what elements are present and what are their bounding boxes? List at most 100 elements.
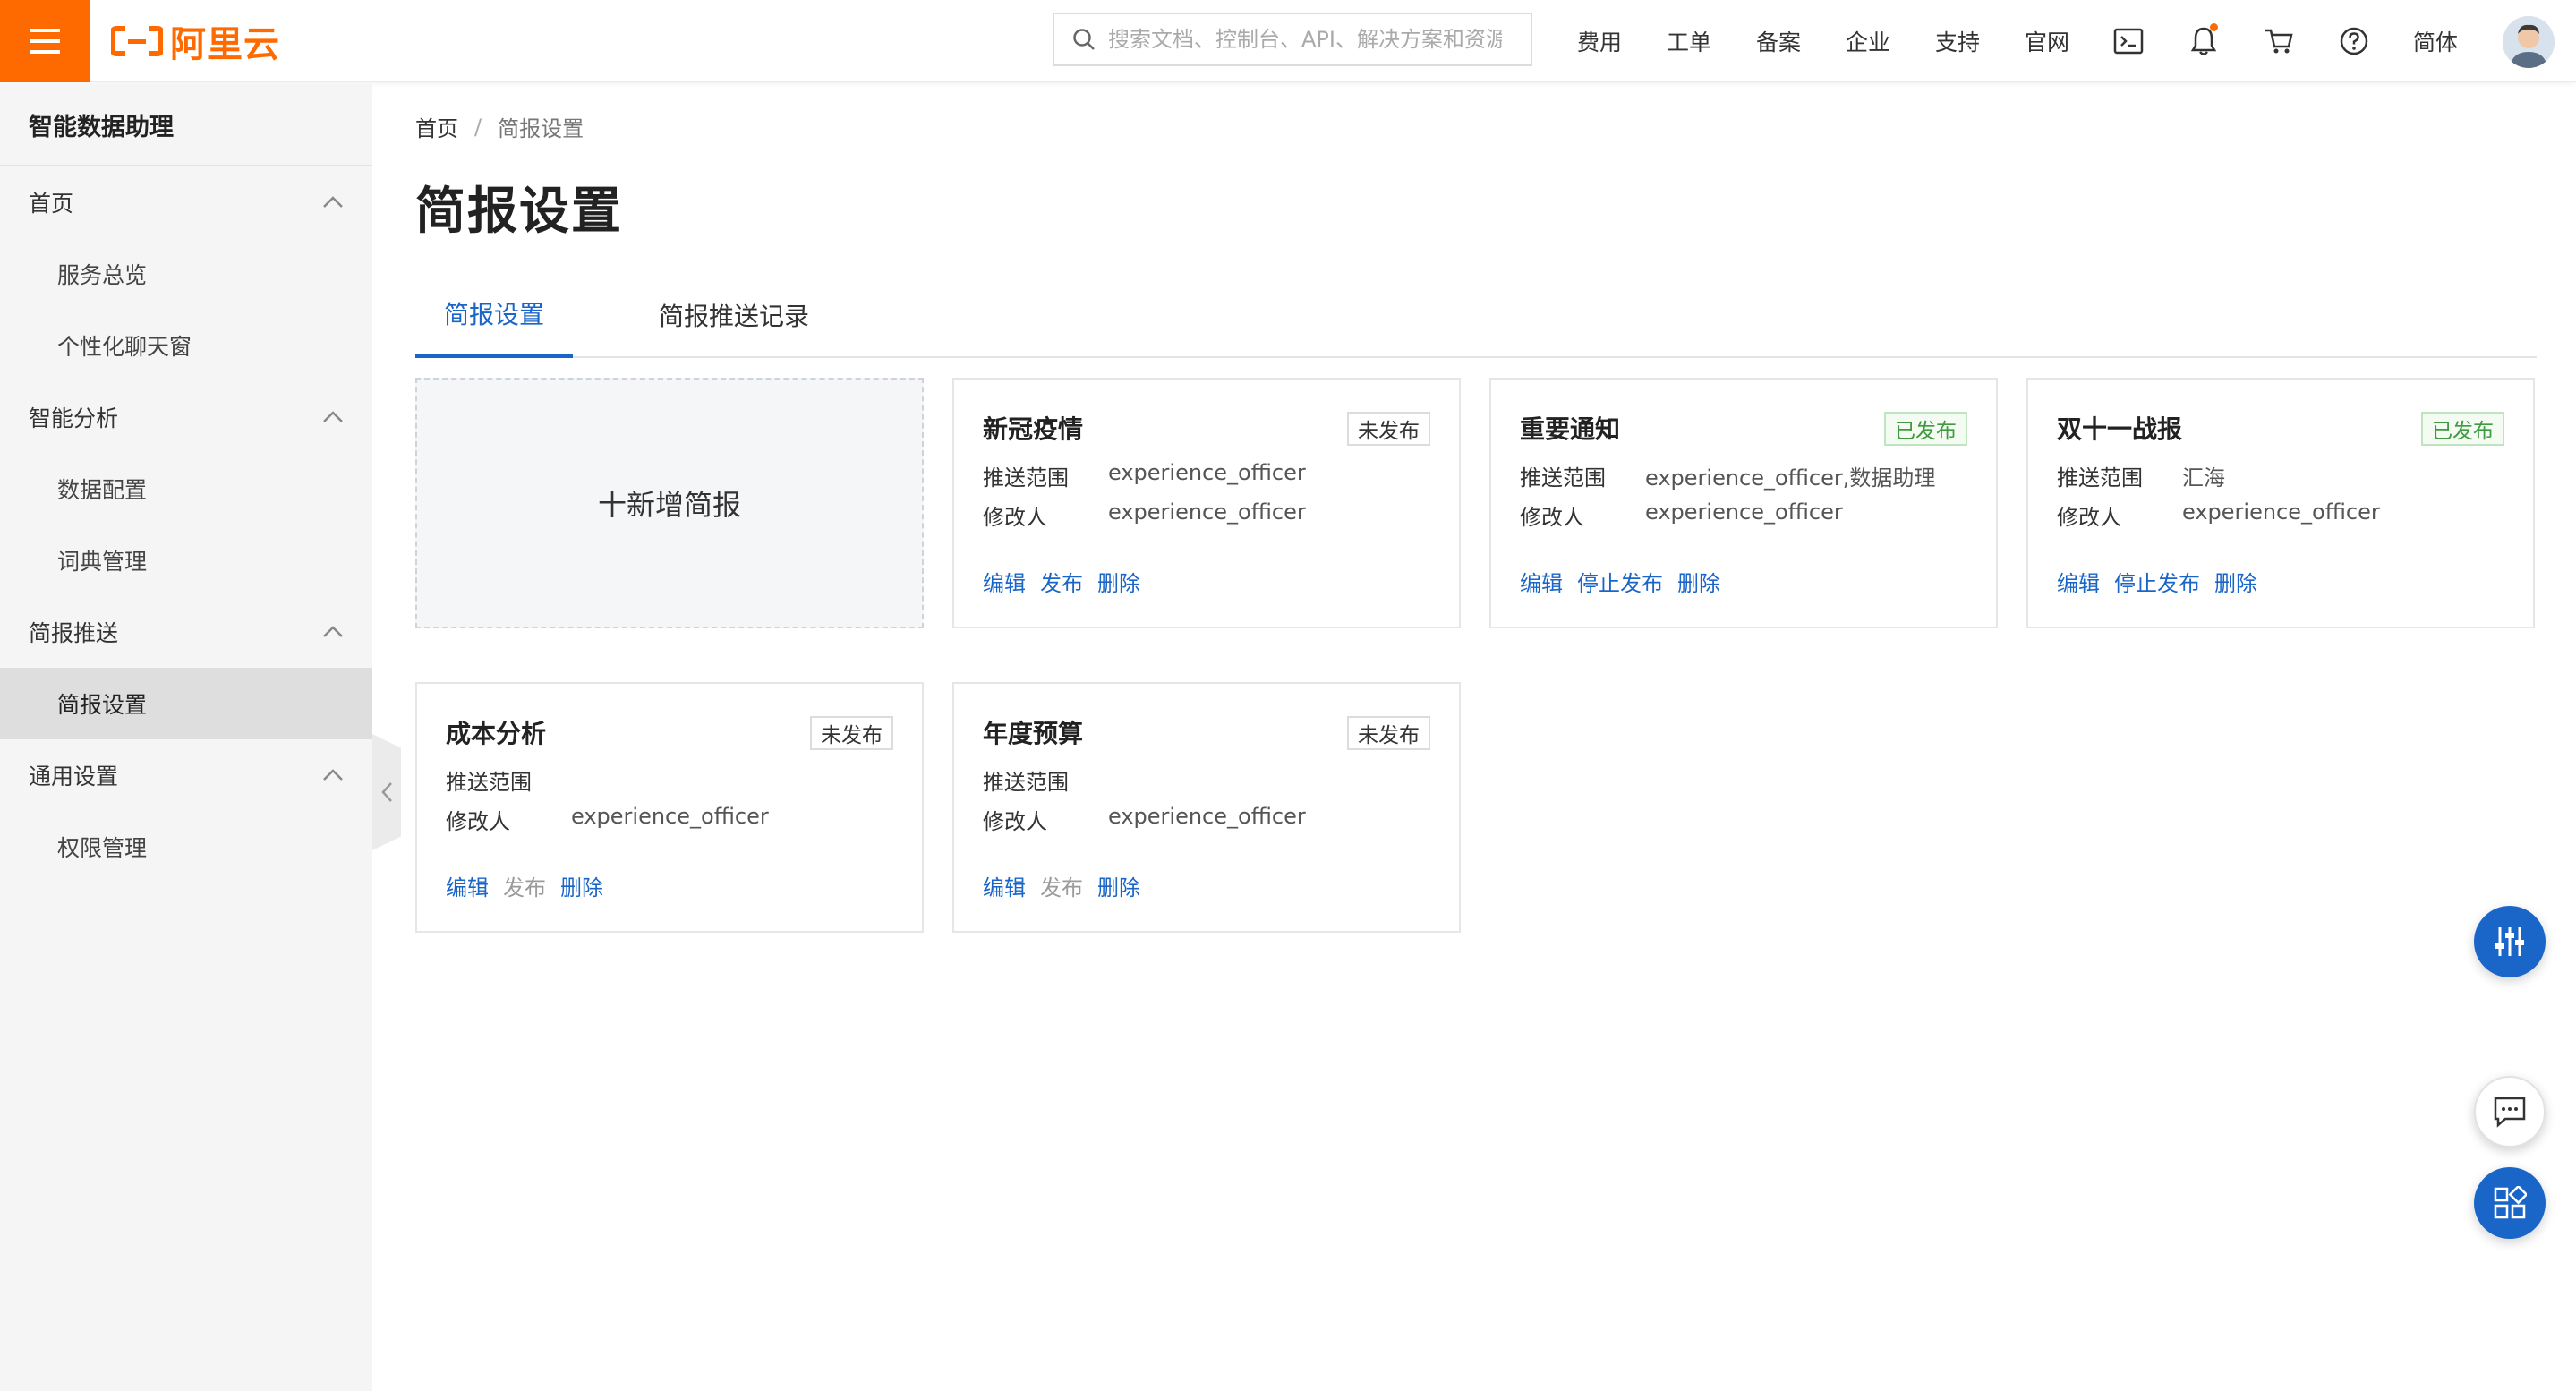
tab-push-records[interactable]: 简报推送记录 — [659, 272, 809, 358]
modifier-label: 修改人 — [1520, 505, 1584, 530]
cart-icon[interactable] — [2261, 23, 2297, 59]
delete-link[interactable]: 删除 — [560, 870, 603, 901]
stop-publish-link[interactable]: 停止发布 — [1577, 566, 1663, 597]
apps-fab[interactable] — [2474, 1167, 2546, 1239]
status-badge: 未发布 — [1347, 412, 1430, 446]
modifier-row: 修改人 experience_officer — [2057, 499, 2380, 531]
sidebar-collapse-toggle[interactable] — [372, 734, 401, 850]
add-briefing-card[interactable]: 十新增简报 — [415, 378, 924, 628]
breadcrumb-home[interactable]: 首页 — [415, 111, 458, 142]
scope-row: 推送范围 experience_officer,数据助理 — [1520, 460, 1935, 491]
delete-link[interactable]: 删除 — [1097, 566, 1140, 597]
modifier-row: 修改人 experience_officer — [446, 804, 769, 835]
briefing-card: 重要通知 已发布 推送范围 experience_officer,数据助理 修改人… — [1489, 378, 1998, 628]
chevron-up-icon — [323, 196, 343, 208]
settings-fab[interactable] — [2474, 906, 2546, 977]
chevron-up-icon — [323, 626, 343, 637]
nav-support[interactable]: 支持 — [1935, 25, 1980, 57]
menu-button[interactable] — [0, 0, 90, 82]
edit-link[interactable]: 编辑 — [983, 870, 1026, 901]
tab-briefing-settings[interactable]: 简报设置 — [415, 272, 573, 358]
card-title: 双十一战报 — [2057, 414, 2183, 444]
status-badge: 未发布 — [810, 716, 893, 750]
sidebar-item-service-overview[interactable]: 服务总览 — [0, 238, 372, 310]
nav-enterprise[interactable]: 企业 — [1846, 25, 1890, 57]
sidebar-item-briefing-settings[interactable]: 简报设置 — [0, 668, 372, 739]
breadcrumb-current: 简报设置 — [498, 116, 584, 141]
modifier-label: 修改人 — [446, 809, 510, 834]
scope-row: 推送范围 — [446, 764, 571, 796]
stop-publish-link[interactable]: 停止发布 — [2114, 566, 2200, 597]
notification-dot — [2210, 23, 2218, 31]
modifier-row: 修改人 experience_officer — [1520, 499, 1843, 531]
language-switch[interactable]: 简体 — [2413, 25, 2458, 57]
hamburger-icon — [30, 29, 60, 54]
tab-bar: 简报设置 简报推送记录 — [415, 272, 2537, 358]
nav-official-site[interactable]: 官网 — [2025, 25, 2069, 57]
chevron-up-icon — [323, 769, 343, 781]
modifier-value: experience_officer — [1108, 804, 1306, 829]
scope-value: experience_officer — [1108, 460, 1306, 485]
breadcrumb: 首页 / 简报设置 — [415, 111, 2537, 142]
nav-tickets[interactable]: 工单 — [1667, 25, 1711, 57]
scope-row: 推送范围 experience_officer — [983, 460, 1306, 491]
apps-grid-icon — [2494, 1186, 2527, 1219]
edit-link[interactable]: 编辑 — [983, 566, 1026, 597]
breadcrumb-separator: / — [474, 114, 482, 140]
bell-icon[interactable] — [2186, 23, 2222, 59]
delete-link[interactable]: 删除 — [1677, 566, 1720, 597]
logo-text: 阿里云 — [170, 24, 280, 65]
modifier-row: 修改人 experience_officer — [983, 804, 1306, 835]
scope-label: 推送范围 — [446, 770, 532, 795]
sidebar-group-home[interactable]: 首页 — [0, 166, 372, 238]
chat-fab[interactable] — [2474, 1076, 2546, 1148]
chevron-up-icon — [323, 411, 343, 422]
modifier-value: experience_officer — [2182, 499, 2380, 525]
delete-link[interactable]: 删除 — [1097, 870, 1140, 901]
card-title: 新冠疫情 — [983, 414, 1084, 444]
publish-link[interactable]: 发布 — [1040, 566, 1083, 597]
sliders-icon — [2495, 927, 2524, 956]
search-box[interactable] — [1053, 13, 1532, 66]
avatar[interactable] — [2503, 16, 2555, 68]
aliyun-logo-icon — [111, 26, 163, 56]
sidebar-group-general[interactable]: 通用设置 — [0, 739, 372, 811]
scope-label: 推送范围 — [2057, 465, 2143, 491]
sidebar-item-chat-window[interactable]: 个性化聊天窗 — [0, 310, 372, 381]
sidebar-group-label: 首页 — [29, 191, 74, 217]
sidebar-group-briefing[interactable]: 简报推送 — [0, 596, 372, 668]
modifier-value: experience_officer — [1108, 499, 1306, 525]
edit-link[interactable]: 编辑 — [2057, 566, 2100, 597]
sidebar-item-data-config[interactable]: 数据配置 — [0, 453, 372, 525]
aliyun-logo[interactable]: 阿里云 — [111, 18, 280, 65]
edit-link[interactable]: 编辑 — [1520, 566, 1563, 597]
page-title: 简报设置 — [415, 183, 623, 241]
sidebar-group-label: 简报推送 — [29, 620, 119, 646]
help-icon[interactable] — [2336, 23, 2372, 59]
status-badge: 已发布 — [2421, 412, 2504, 446]
modifier-row: 修改人 experience_officer — [983, 499, 1306, 531]
terminal-icon[interactable] — [2111, 23, 2146, 59]
modifier-label: 修改人 — [2057, 505, 2121, 530]
briefing-card: 新冠疫情 未发布 推送范围 experience_officer 修改人 exper… — [952, 378, 1461, 628]
scope-value: 汇海 — [2182, 465, 2225, 491]
modifier-label: 修改人 — [983, 809, 1047, 834]
card-actions: 编辑 发布 删除 — [983, 870, 1155, 901]
sidebar-group-analysis[interactable]: 智能分析 — [0, 381, 372, 453]
publish-link: 发布 — [503, 875, 546, 900]
nav-fees[interactable]: 费用 — [1577, 25, 1622, 57]
search-icon — [1073, 29, 1095, 50]
briefing-card: 成本分析 未发布 推送范围 修改人 experience_officer 编辑 发… — [415, 682, 924, 933]
scope-value: experience_officer,数据助理 — [1645, 465, 1936, 491]
sidebar-item-permissions[interactable]: 权限管理 — [0, 811, 372, 883]
main-content: 首页 / 简报设置 简报设置 简报设置 简报推送记录 十新增简报 新冠疫情 未发… — [415, 84, 2537, 933]
nav-icp[interactable]: 备案 — [1756, 25, 1801, 57]
edit-link[interactable]: 编辑 — [446, 870, 489, 901]
search-input[interactable] — [1108, 27, 1502, 52]
card-actions: 编辑 发布 删除 — [983, 566, 1155, 597]
chat-icon — [2494, 1097, 2526, 1128]
sidebar-item-dictionary[interactable]: 词典管理 — [0, 525, 372, 596]
delete-link[interactable]: 删除 — [2214, 566, 2257, 597]
publish-link: 发布 — [1040, 875, 1083, 900]
top-bar: 阿里云 费用 工单 备案 企业 支持 官网 简体 — [0, 0, 2576, 82]
